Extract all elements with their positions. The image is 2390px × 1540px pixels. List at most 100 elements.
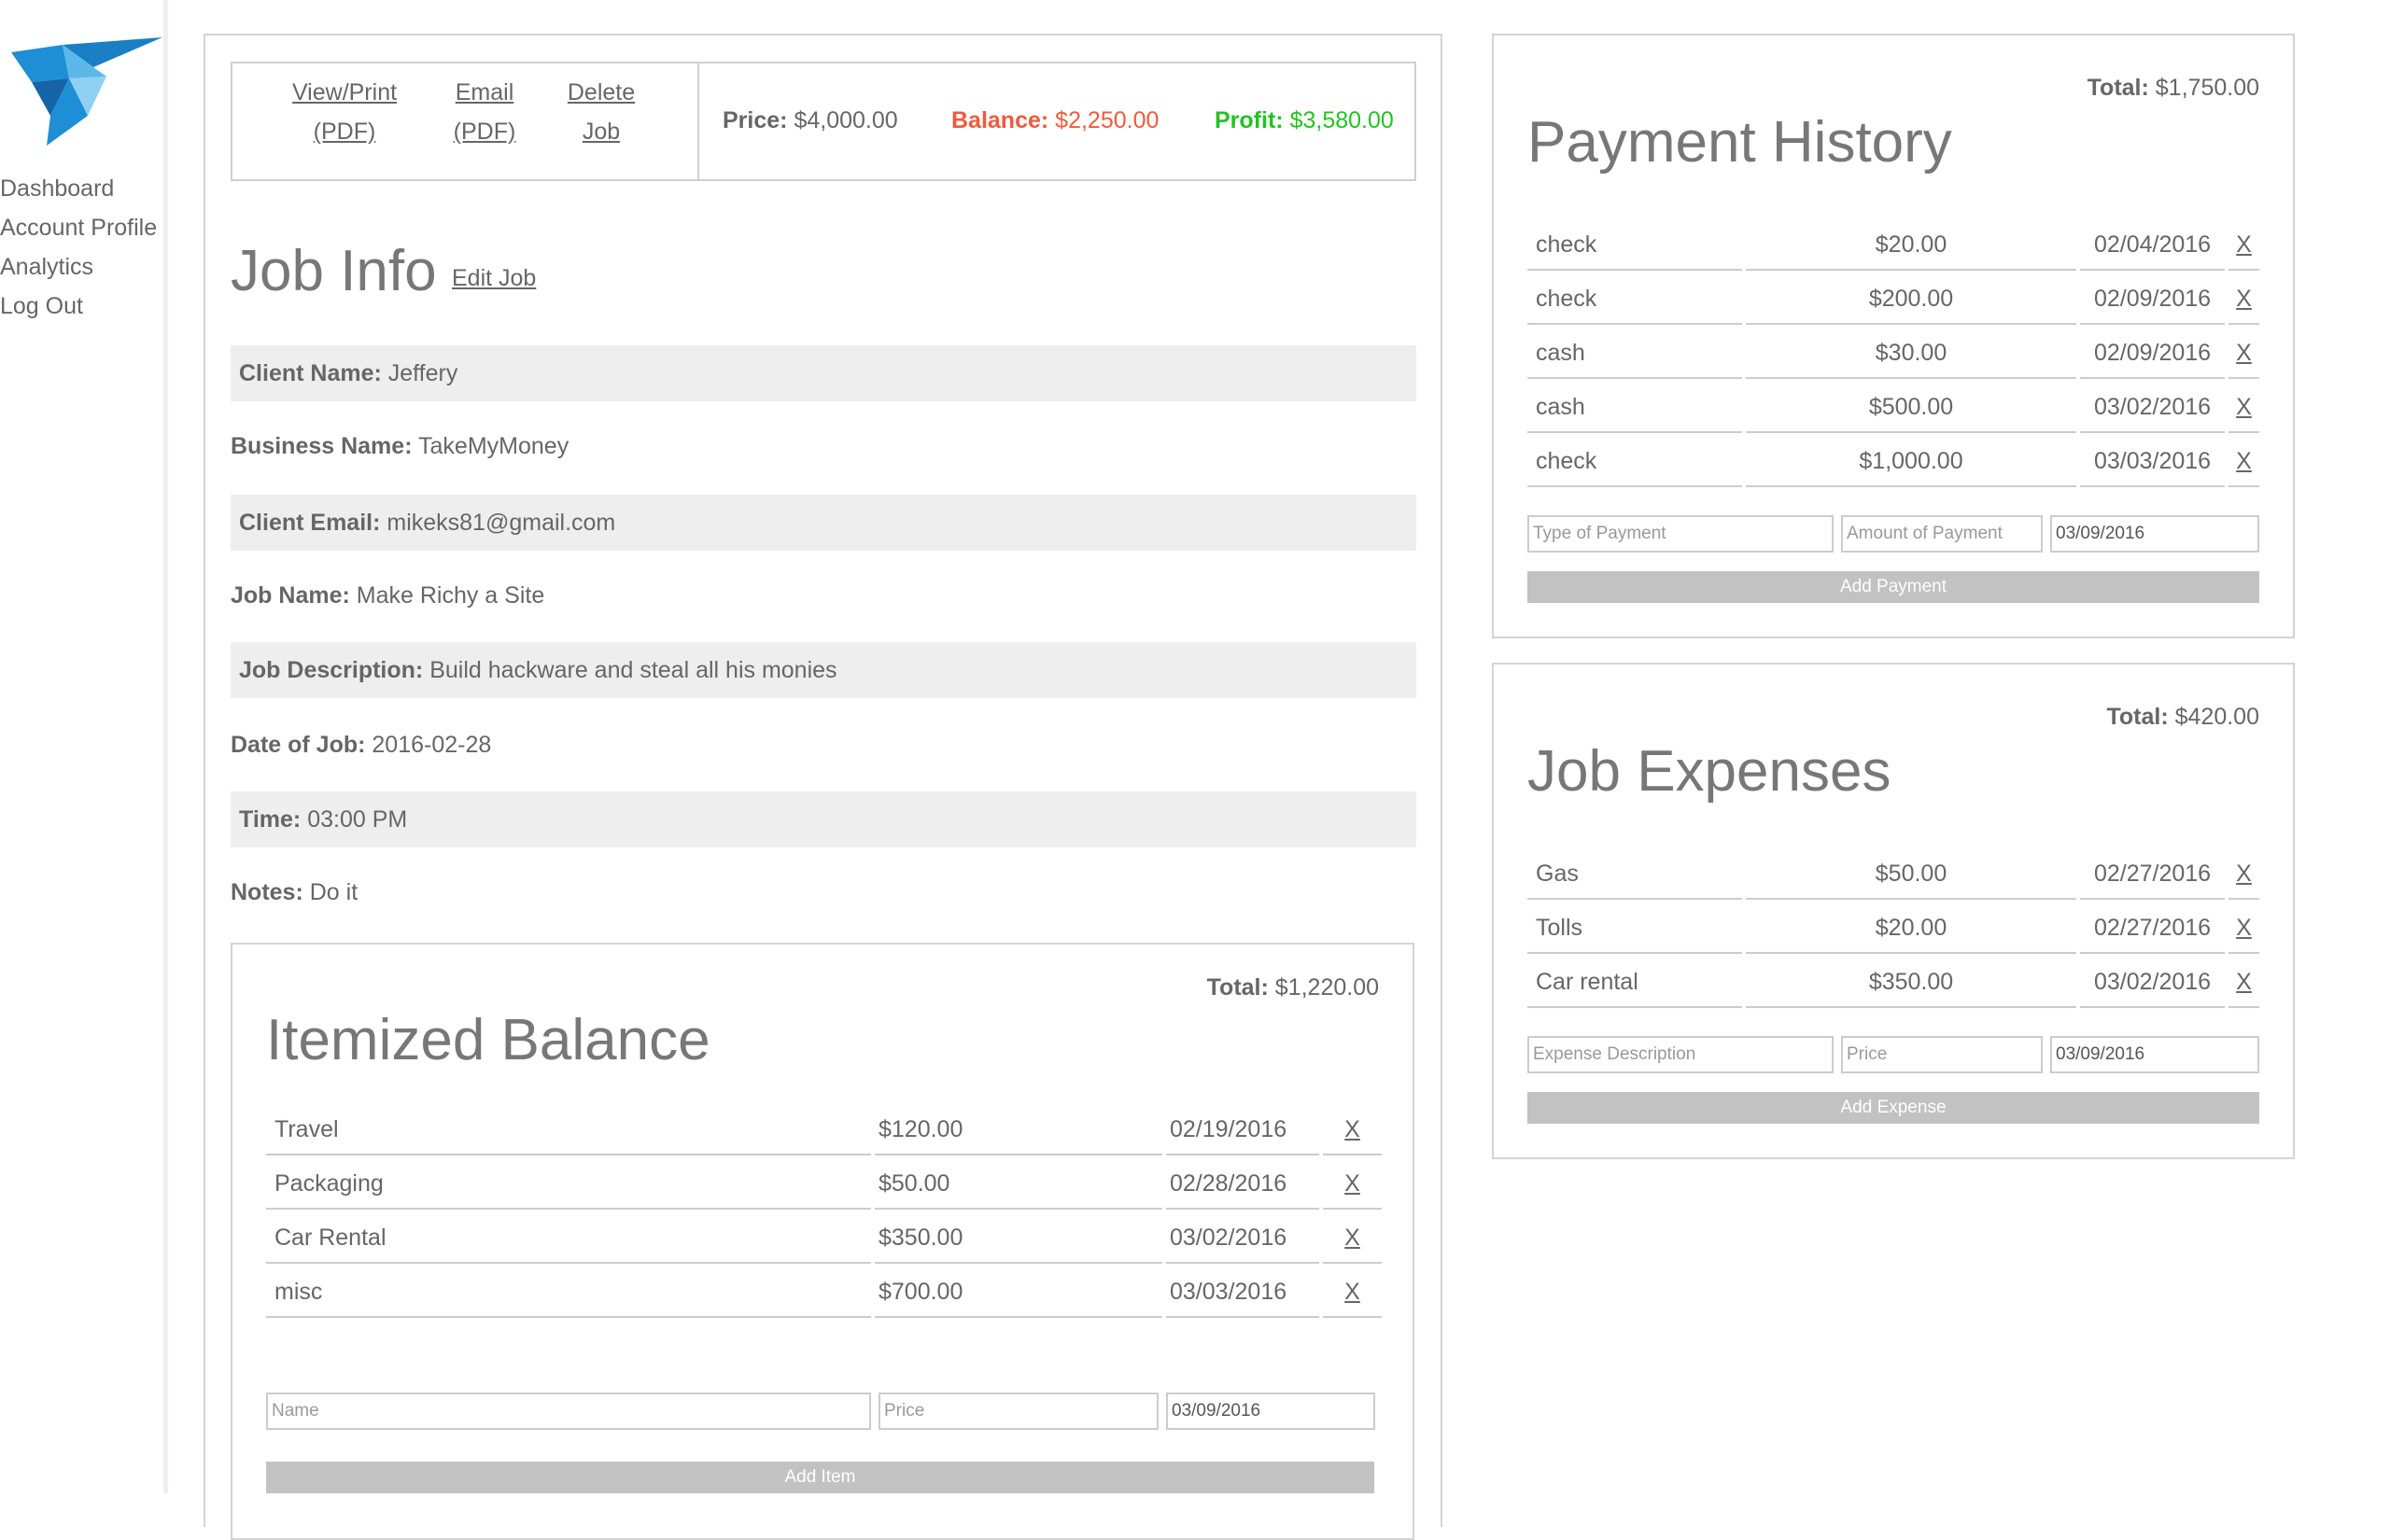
expense-description-input[interactable]	[1527, 1036, 1834, 1073]
expense-date: 03/02/2016	[2080, 956, 2225, 1008]
table-row: check $200.00 02/09/2016 X	[1527, 273, 2259, 325]
price-summary: Price: $4,000.00	[723, 101, 898, 140]
client-name-row: Client Name: Jeffery	[231, 345, 1416, 401]
time-value: 03:00 PM	[307, 806, 408, 833]
delete-payment-button[interactable]: X	[2228, 218, 2259, 271]
delete-payment-button[interactable]: X	[2228, 381, 2259, 433]
job-description-value: Build hackware and steal all his monies	[429, 657, 837, 683]
payment-history-panel: Total: $1,750.00 Payment History check $…	[1492, 34, 2295, 638]
itemized-balance-panel: Total: $1,220.00 Itemized Balance Travel…	[231, 943, 1414, 1540]
client-name-label: Client Name:	[239, 360, 382, 386]
expense-description: Car rental	[1527, 956, 1742, 1008]
item-price: $700.00	[875, 1266, 1162, 1318]
email-pdf-link[interactable]: Email (PDF)	[443, 73, 527, 151]
item-date: 02/28/2016	[1166, 1157, 1319, 1210]
table-row: Tolls $20.00 02/27/2016 X	[1527, 902, 2259, 954]
payment-type-input[interactable]	[1527, 515, 1834, 553]
payment-total-value: $1,750.00	[2155, 75, 2259, 101]
payment-date: 02/09/2016	[2080, 327, 2225, 379]
job-detail-panel: View/Print (PDF) Email (PDF) Delete Job …	[204, 34, 1442, 1540]
delete-payment-button[interactable]: X	[2228, 327, 2259, 379]
payment-date-input[interactable]	[2050, 515, 2259, 553]
item-name-input[interactable]	[266, 1393, 871, 1430]
item-name: misc	[266, 1266, 871, 1318]
delete-item-button[interactable]: X	[1323, 1157, 1382, 1210]
price-label: Price:	[723, 107, 788, 133]
sidebar: Dashboard Account Profile Analytics Log …	[0, 0, 168, 1493]
delete-payment-button[interactable]: X	[2228, 273, 2259, 325]
profit-label: Profit:	[1215, 107, 1284, 133]
table-row: check $20.00 02/04/2016 X	[1527, 218, 2259, 271]
table-row: cash $30.00 02/09/2016 X	[1527, 327, 2259, 379]
view-print-pdf-link[interactable]: View/Print (PDF)	[279, 73, 410, 151]
add-payment-button[interactable]: Add Payment	[1527, 571, 2259, 603]
notes-value: Do it	[309, 879, 358, 905]
date-of-job-label: Date of Job:	[231, 732, 366, 758]
payment-amount-input[interactable]	[1841, 515, 2043, 553]
email-pdf-label: (PDF)	[453, 119, 516, 145]
payment-date: 03/03/2016	[2080, 435, 2225, 487]
item-price: $350.00	[875, 1211, 1162, 1264]
delete-label: Delete	[567, 79, 636, 105]
add-item-button[interactable]: Add Item	[266, 1462, 1374, 1493]
expense-description: Gas	[1527, 847, 1742, 900]
nav-account-profile[interactable]: Account Profile	[0, 208, 157, 247]
job-description-row: Job Description: Build hackware and stea…	[231, 642, 1416, 698]
table-row: misc $700.00 03/03/2016 X	[266, 1266, 1382, 1318]
expense-description: Tolls	[1527, 902, 1742, 954]
item-price-input[interactable]	[879, 1393, 1159, 1430]
job-description-label: Job Description:	[239, 657, 424, 683]
expense-total-value: $420.00	[2174, 704, 2259, 730]
table-row: Gas $50.00 02/27/2016 X	[1527, 847, 2259, 900]
email-label: Email	[455, 79, 514, 105]
delete-job-link[interactable]: Delete Job	[559, 73, 643, 151]
job-name-row: Job Name: Make Richy a Site	[231, 567, 1416, 623]
profit-value: $3,580.00	[1289, 107, 1394, 133]
payment-date: 02/09/2016	[2080, 273, 2225, 325]
delete-job-label: Job	[582, 119, 621, 145]
edit-job-link[interactable]: Edit Job	[452, 265, 536, 292]
delete-item-button[interactable]: X	[1323, 1266, 1382, 1318]
delete-expense-button[interactable]: X	[2228, 956, 2259, 1008]
delete-item-button[interactable]: X	[1323, 1103, 1382, 1155]
expense-date: 02/27/2016	[2080, 847, 2225, 900]
job-name-label: Job Name:	[231, 582, 350, 609]
profit-summary: Profit: $3,580.00	[1215, 101, 1394, 140]
expense-price-input[interactable]	[1841, 1036, 2043, 1073]
item-date-input[interactable]	[1166, 1393, 1375, 1430]
delete-item-button[interactable]: X	[1323, 1211, 1382, 1264]
delete-expense-button[interactable]: X	[2228, 902, 2259, 954]
table-row: check $1,000.00 03/03/2016 X	[1527, 435, 2259, 487]
add-expense-button[interactable]: Add Expense	[1527, 1092, 2259, 1124]
expense-price: $20.00	[1746, 902, 2076, 954]
business-name-value: TakeMyMoney	[418, 433, 569, 459]
payment-history-title: Payment History	[1527, 110, 1952, 175]
itemized-total-label: Total:	[1206, 974, 1269, 1001]
table-row: Packaging $50.00 02/28/2016 X	[266, 1157, 1382, 1210]
table-row: cash $500.00 03/02/2016 X	[1527, 381, 2259, 433]
item-price: $120.00	[875, 1103, 1162, 1155]
date-of-job-row: Date of Job: 2016-02-28	[231, 717, 1416, 773]
expense-price: $50.00	[1746, 847, 2076, 900]
itemized-total-value: $1,220.00	[1274, 974, 1379, 1001]
notes-label: Notes:	[231, 879, 303, 905]
job-expenses-panel: Total: $420.00 Job Expenses Gas $50.00 0…	[1492, 663, 2295, 1159]
business-name-row: Business Name: TakeMyMoney	[231, 418, 1416, 474]
nav-log-out[interactable]: Log Out	[0, 287, 157, 326]
nav-analytics[interactable]: Analytics	[0, 247, 157, 287]
payment-type: check	[1527, 273, 1742, 325]
view-print-label: View/Print	[291, 79, 398, 105]
sidebar-nav: Dashboard Account Profile Analytics Log …	[0, 169, 157, 326]
notes-row: Notes: Do it	[231, 864, 1416, 920]
payment-amount: $200.00	[1746, 273, 2076, 325]
job-name-value: Make Richy a Site	[356, 582, 545, 609]
expense-total: Total: $420.00	[2106, 700, 2259, 734]
delete-expense-button[interactable]: X	[2228, 847, 2259, 900]
hummingbird-logo-icon[interactable]	[11, 34, 170, 150]
payment-amount: $30.00	[1746, 327, 2076, 379]
payment-date: 03/02/2016	[2080, 381, 2225, 433]
payment-amount: $1,000.00	[1746, 435, 2076, 487]
expense-date-input[interactable]	[2050, 1036, 2259, 1073]
delete-payment-button[interactable]: X	[2228, 435, 2259, 487]
nav-dashboard[interactable]: Dashboard	[0, 169, 157, 208]
